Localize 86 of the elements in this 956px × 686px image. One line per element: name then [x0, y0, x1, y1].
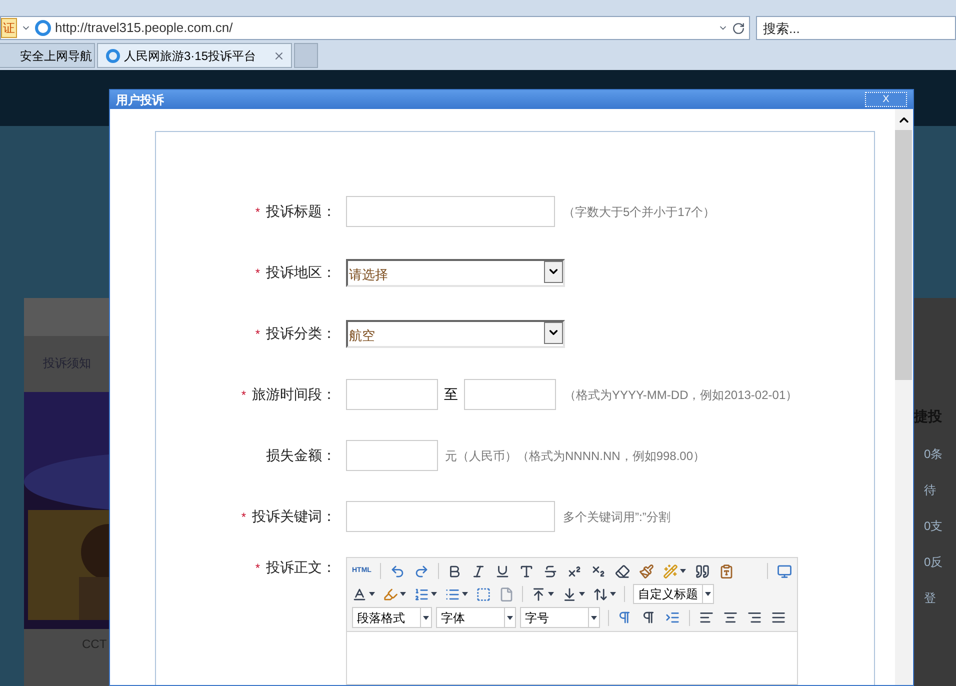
spacing-bottom-icon[interactable] [562, 586, 577, 602]
spacing-top-icon[interactable] [531, 586, 546, 602]
address-bar[interactable]: 证 http://travel315.people.com.cn/ [0, 16, 750, 40]
undo-icon[interactable] [390, 564, 405, 578]
caret-icon [400, 592, 406, 596]
font-color-icon[interactable] [352, 586, 367, 602]
caret-icon [705, 592, 711, 596]
ltr-icon[interactable] [617, 610, 632, 625]
refresh-icon[interactable] [732, 22, 745, 34]
field-label: 旅游时间段： [252, 385, 336, 404]
field-hint: 元（人民币）（格式为NNNN.NN，例如998.00） [445, 448, 706, 464]
url-text: http://travel315.people.com.cn/ [55, 19, 234, 38]
scrollbar-thumb[interactable] [895, 130, 912, 380]
format-dropdown[interactable]: 段落格式 [352, 607, 432, 628]
field-label: 投诉标题： [266, 202, 336, 221]
field-label: 投诉关键词： [252, 507, 336, 526]
indent-icon[interactable] [665, 610, 680, 625]
required-mark: * [241, 508, 246, 526]
bold-icon[interactable] [447, 564, 462, 578]
strikethrough-icon[interactable] [543, 564, 558, 578]
field-hint: （字数大于5个并小于17个） [563, 204, 716, 220]
format-dropdown[interactable]: 字体 [436, 607, 516, 628]
underline-icon[interactable] [495, 564, 510, 578]
field-hint: （格式为YYYY-MM-DD，例如2013-02-01） [564, 386, 798, 404]
dropdown[interactable]: 请选择 [346, 258, 565, 286]
field-label: 投诉地区： [266, 263, 336, 282]
caret-icon [462, 592, 468, 596]
rtl-icon[interactable] [641, 610, 656, 625]
field-label: 投诉正文： [266, 558, 336, 577]
field-label: 损失金额： [266, 446, 336, 465]
dropdown[interactable]: 航空 [346, 320, 565, 348]
caret-icon [591, 616, 597, 620]
paintbrush-icon[interactable] [639, 564, 654, 578]
required-mark: * [255, 560, 260, 576]
text-field[interactable] [346, 501, 555, 532]
field-label: 投诉分类： [266, 324, 336, 343]
superscript-icon[interactable] [567, 564, 582, 578]
eraser-icon[interactable] [615, 564, 630, 578]
ordered-list-icon[interactable] [414, 586, 429, 602]
text-field[interactable] [346, 379, 438, 410]
side-item: 待 [923, 482, 937, 499]
close-button[interactable]: X [865, 92, 907, 107]
align-justify-icon[interactable] [771, 610, 786, 625]
heading-dropdown[interactable]: 自定义标题 [633, 584, 714, 604]
browser-tab[interactable]: 安全上网导航 [0, 43, 95, 68]
caret-icon [431, 592, 437, 596]
required-mark: * [255, 326, 260, 342]
text-field[interactable] [346, 440, 438, 471]
subscript-icon[interactable] [591, 564, 606, 578]
range-separator: 至 [444, 385, 458, 404]
redo-icon[interactable] [414, 564, 429, 578]
align-center-icon[interactable] [723, 610, 738, 625]
quote-icon[interactable] [695, 564, 710, 578]
caret-icon [369, 592, 375, 596]
close-tab-icon[interactable] [273, 50, 285, 62]
required-mark: * [241, 386, 246, 404]
font-border-icon[interactable] [519, 564, 534, 578]
text-field[interactable] [464, 379, 556, 410]
browser-tab[interactable]: 人民网旅游3·15投诉平台 [97, 43, 292, 68]
line-height-icon[interactable] [593, 586, 608, 602]
monitor-icon[interactable] [777, 564, 792, 578]
side-item: 0条 [923, 446, 944, 463]
caret-icon [610, 592, 616, 596]
paste-text-icon[interactable] [719, 564, 734, 578]
caret-icon [548, 592, 554, 596]
scrollbar[interactable] [895, 109, 912, 685]
align-right-icon[interactable] [747, 610, 762, 625]
caret-icon [680, 569, 686, 573]
caret-icon [579, 592, 585, 596]
caret-icon [507, 616, 513, 620]
highlight-icon[interactable] [383, 586, 398, 602]
align-left-icon[interactable] [699, 610, 714, 625]
side-item: 0支 [923, 518, 944, 535]
format-dropdown[interactable]: 字号 [520, 607, 600, 628]
text-field[interactable] [346, 196, 555, 227]
required-mark: * [255, 264, 260, 282]
security-badge[interactable]: 证 [1, 18, 17, 38]
side-item: 登 [923, 590, 937, 607]
bullet-list-icon[interactable] [445, 586, 460, 602]
field-hint: 多个关键词用”:”分割 [563, 508, 670, 526]
required-mark: * [255, 204, 260, 220]
search-field[interactable]: 搜索... [756, 16, 956, 40]
side-item: 0反 [923, 554, 944, 571]
caret-icon [423, 616, 429, 620]
italic-icon[interactable] [471, 564, 486, 578]
dialog-title: 用户投诉 [116, 92, 164, 108]
